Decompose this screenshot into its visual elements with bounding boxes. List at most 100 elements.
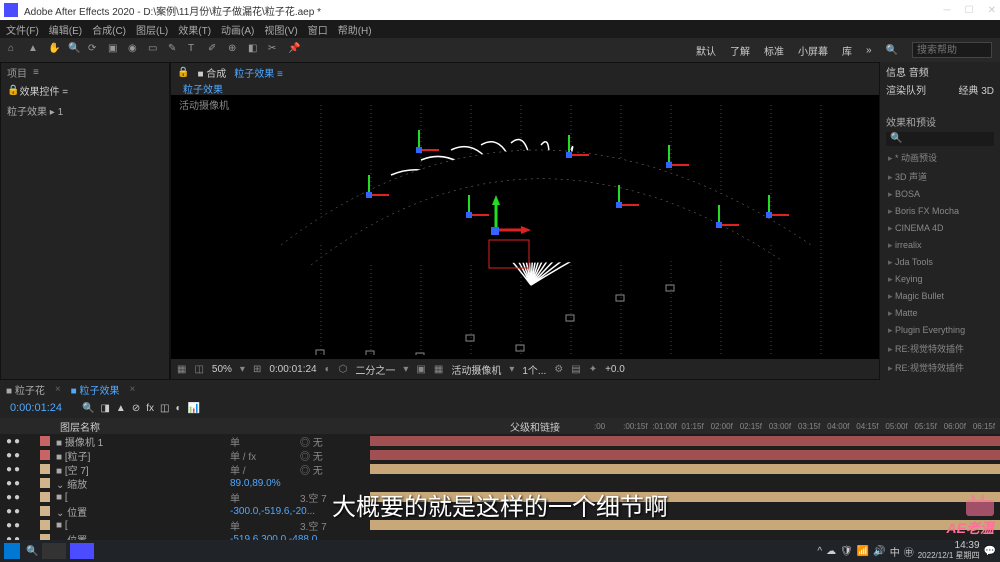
visibility-icon[interactable]: ● bbox=[6, 450, 12, 461]
layer-color[interactable] bbox=[40, 520, 50, 530]
tray-sound-icon[interactable]: 🔊 bbox=[873, 546, 885, 557]
resolution-dropdown[interactable]: 二分之一 bbox=[355, 362, 395, 377]
grid-icon[interactable]: ▦ bbox=[177, 364, 186, 375]
graph-icon[interactable]: 📊 bbox=[187, 403, 199, 414]
frame-blend-icon[interactable]: ◫ bbox=[160, 403, 169, 414]
mask-icon[interactable]: ⬡ bbox=[339, 364, 348, 375]
effect-category[interactable]: * 动画预设 bbox=[880, 148, 1000, 167]
menu-anim[interactable]: 动画(A) bbox=[221, 22, 254, 37]
effects-header[interactable]: 效果和预设 bbox=[880, 112, 1000, 130]
layer-track[interactable] bbox=[370, 435, 1000, 447]
menu-help[interactable]: 帮助(H) bbox=[338, 22, 372, 37]
visibility-icon[interactable]: ● bbox=[6, 478, 12, 489]
layer-mode[interactable]: -300.0,-519.6,-20... bbox=[230, 506, 300, 517]
layer-parent[interactable]: ◎ 无 bbox=[300, 462, 370, 477]
visibility-icon[interactable]: ● bbox=[6, 436, 12, 447]
layer-color[interactable] bbox=[40, 506, 50, 516]
lock-icon[interactable]: 🔒 bbox=[7, 85, 19, 96]
draft3d-icon[interactable]: ▲ bbox=[116, 403, 126, 414]
visibility-icon[interactable]: ● bbox=[6, 492, 12, 503]
layer-color[interactable] bbox=[40, 464, 50, 474]
current-time[interactable]: 0:00:01:24 bbox=[10, 402, 62, 414]
selection-tool-icon[interactable]: ▲ bbox=[28, 43, 42, 57]
search-icon[interactable]: 🔍 bbox=[82, 403, 94, 414]
workspace-library[interactable]: 库 bbox=[842, 43, 852, 58]
layer-name[interactable]: ■ [ bbox=[50, 520, 230, 531]
pen-tool-icon[interactable]: ✎ bbox=[168, 43, 182, 57]
workspace-learn[interactable]: 了解 bbox=[730, 43, 750, 58]
timeline-tab-1[interactable]: ■ 粒子花 bbox=[6, 382, 45, 397]
effect-category[interactable]: RE:视觉特效插件 bbox=[880, 358, 1000, 377]
timecode-display[interactable]: 0:00:01:24 bbox=[269, 364, 316, 375]
layer-mode[interactable]: 单 bbox=[230, 490, 300, 505]
layer-parent[interactable]: ◎ 无 bbox=[300, 434, 370, 449]
search-taskbar-icon[interactable]: 🔍 bbox=[26, 546, 38, 557]
gear-icon[interactable]: ⚙ bbox=[554, 364, 563, 375]
effect-category[interactable]: RE:视觉特效插件 bbox=[880, 339, 1000, 358]
renderer-label[interactable]: 经典 3D bbox=[958, 82, 994, 97]
start-button[interactable] bbox=[4, 543, 20, 559]
notification-icon[interactable]: 💬 bbox=[984, 546, 996, 557]
layer-name[interactable]: ■ 摄像机 1 bbox=[50, 434, 230, 449]
layer-name[interactable]: ⌄ 缩放 bbox=[50, 476, 230, 491]
close-icon[interactable]: ✕ bbox=[988, 5, 996, 16]
layer-track[interactable] bbox=[370, 463, 1000, 475]
layer-name[interactable]: ■ [空 7] bbox=[50, 462, 230, 477]
layer-mode[interactable]: 单 bbox=[230, 434, 300, 449]
rotate-tool-icon[interactable]: ⟳ bbox=[88, 43, 102, 57]
taskbar-clock[interactable]: 14:39 2022/12/1 星期四 bbox=[918, 541, 980, 561]
layer-mode[interactable]: 89.0,89.0% bbox=[230, 478, 300, 489]
menu-file[interactable]: 文件(F) bbox=[6, 22, 39, 37]
layer-color[interactable] bbox=[40, 436, 50, 446]
menu-layer[interactable]: 图层(L) bbox=[136, 22, 168, 37]
layer-color[interactable] bbox=[40, 492, 50, 502]
search-icon[interactable]: 🔍 bbox=[886, 45, 898, 56]
tray-safe-icon[interactable]: 🛡 bbox=[840, 546, 853, 557]
minimize-icon[interactable]: ─ bbox=[944, 5, 951, 16]
effect-category[interactable]: BOSA bbox=[880, 186, 1000, 203]
roto-tool-icon[interactable]: ✂ bbox=[268, 43, 282, 57]
effect-category[interactable]: 3D 声道 bbox=[880, 167, 1000, 186]
audio-tab[interactable]: 音频 bbox=[909, 68, 929, 79]
hand-tool-icon[interactable]: ✋ bbox=[48, 43, 62, 57]
workspace-standard[interactable]: 标准 bbox=[764, 43, 784, 58]
project-item[interactable]: 粒子效果 ▸ 1 bbox=[7, 103, 163, 118]
effect-search[interactable]: 🔍 bbox=[886, 132, 994, 146]
comp-flowchart-icon[interactable]: ◨ bbox=[100, 403, 109, 414]
effect-controls-tab[interactable]: 🔒 效果控件 = bbox=[1, 81, 169, 99]
time-ruler[interactable]: :00:00:15f:01:00f01:15f02:00f02:15f03:00… bbox=[590, 418, 1000, 434]
viewport-canvas[interactable]: 活动摄像机 bbox=[171, 95, 879, 359]
task-icon[interactable] bbox=[42, 543, 66, 559]
layer-name[interactable]: ⌄ 位置 bbox=[50, 504, 230, 519]
visibility-icon[interactable]: ● bbox=[6, 520, 12, 531]
zoom-tool-icon[interactable]: 🔍 bbox=[68, 43, 82, 57]
menu-view[interactable]: 视图(V) bbox=[264, 22, 297, 37]
menu-edit[interactable]: 编辑(E) bbox=[49, 22, 82, 37]
effect-category[interactable]: Keying bbox=[880, 271, 1000, 288]
lock-icon[interactable]: 🔒 bbox=[177, 67, 189, 78]
layer-color[interactable] bbox=[40, 450, 50, 460]
effect-category[interactable]: Plugin Everything bbox=[880, 322, 1000, 339]
workspace-default[interactable]: 默认 bbox=[696, 43, 716, 58]
snap-icon[interactable]: ◫ bbox=[194, 364, 203, 375]
zoom-value[interactable]: 50% bbox=[212, 364, 232, 375]
project-tab[interactable]: 项目 bbox=[7, 65, 27, 80]
fx-icon[interactable]: fx bbox=[146, 403, 154, 414]
effect-category[interactable]: CINEMA 4D bbox=[880, 220, 1000, 237]
brush-tool-icon[interactable]: ✐ bbox=[208, 43, 222, 57]
tray-wifi-icon[interactable]: 📶 bbox=[857, 546, 869, 557]
menu-comp[interactable]: 合成(C) bbox=[92, 22, 126, 37]
comp-name-header[interactable]: 粒子效果 ≡ bbox=[234, 65, 283, 80]
tray-ime2-icon[interactable]: ㊥ bbox=[904, 544, 914, 559]
motion-blur-icon[interactable]: ◐ bbox=[175, 403, 181, 414]
eraser-tool-icon[interactable]: ◧ bbox=[248, 43, 262, 57]
menu-window[interactable]: 窗口 bbox=[308, 22, 328, 37]
layer-parent[interactable]: ◎ 无 bbox=[300, 448, 370, 463]
pixel-icon[interactable]: ▤ bbox=[571, 364, 580, 375]
visibility-icon[interactable]: ● bbox=[6, 506, 12, 517]
visibility-icon[interactable]: ● bbox=[6, 464, 12, 475]
menu-effect[interactable]: 效果(T) bbox=[178, 22, 211, 37]
layer-mode[interactable]: 单 bbox=[230, 518, 300, 533]
layer-name[interactable]: ■ [ bbox=[50, 492, 230, 503]
effect-category[interactable]: irrealix bbox=[880, 237, 1000, 254]
